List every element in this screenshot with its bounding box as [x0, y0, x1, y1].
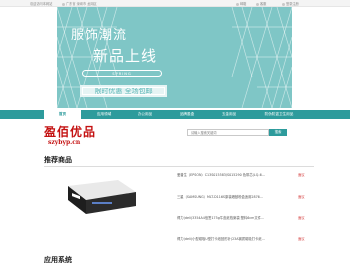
address-text: 广东省 深圳市 龙岗区	[62, 1, 97, 6]
banner-headline: 新品上线	[92, 47, 157, 65]
banner-title: 服饰潮流	[71, 28, 128, 43]
location-icon	[62, 2, 65, 6]
list-item[interactable]: 得力(deli)小型磁吸U型打卡纸回形针(23A钢质磁吸打卡纸... 面议	[177, 236, 312, 242]
search-button[interactable]: 搜索	[269, 129, 287, 136]
nav-item-office[interactable]: 办公用品	[128, 110, 162, 119]
nav-item-hardware[interactable]: 五金用品	[212, 110, 246, 119]
recommended-title: 推荐商品	[44, 156, 72, 164]
top-bar: 欢迎访问本网站 广东省 深圳市 龙岗区 邮箱 客服 登录注册	[0, 0, 350, 7]
search-input[interactable]: 请输入搜索关键词	[187, 129, 269, 136]
mail-link[interactable]: 邮箱	[236, 1, 246, 6]
banner-spring-label: SPRING	[82, 70, 162, 77]
application-title: 应用系统	[44, 256, 72, 263]
list-item[interactable]: 爱普生（EPSON）C13S015583/S015290 色带芯(LQ-6...…	[177, 172, 312, 178]
logo-text: 盈佰优品	[44, 125, 97, 139]
nav-item-ink[interactable]: 品牌墨盒	[170, 110, 204, 119]
toner-product-image[interactable]	[66, 178, 138, 216]
hero-banner[interactable]: 服饰潮流 新品上线 SPRING 限时优惠 全场包邮	[0, 7, 350, 115]
nav-item-home[interactable]: 首页	[44, 110, 81, 119]
banner-promo: 限时优惠 全场包邮	[80, 85, 167, 97]
login-link[interactable]: 登录注册	[282, 1, 299, 6]
welcome-text: 欢迎访问本网站	[30, 2, 53, 6]
section-divider	[44, 166, 314, 167]
main-nav: 首页 应用领域 办公用品 品牌墨盒 五金用品 防伪防盗卫生用品	[0, 110, 350, 119]
nav-item-application[interactable]: 应用领域	[87, 110, 121, 119]
site-logo[interactable]: 盈佰优品 szybyp.cn	[44, 125, 104, 147]
nav-item-security[interactable]: 防伪防盗卫生用品	[254, 110, 304, 119]
logo-domain: szybyp.cn	[48, 139, 81, 146]
list-item[interactable]: 三星（SAMSUNG）MLT-D116S原装硒鼓粉盒适用2876... 面议	[177, 194, 312, 200]
user-icon	[282, 2, 285, 6]
list-item[interactable]: 得力(deli)3354A4信签175g牛皮纸档案袋 塑料6cm文件... 面议	[177, 215, 312, 221]
mail-icon	[236, 2, 239, 6]
service-icon	[256, 2, 259, 6]
service-link[interactable]: 客服	[256, 1, 266, 6]
